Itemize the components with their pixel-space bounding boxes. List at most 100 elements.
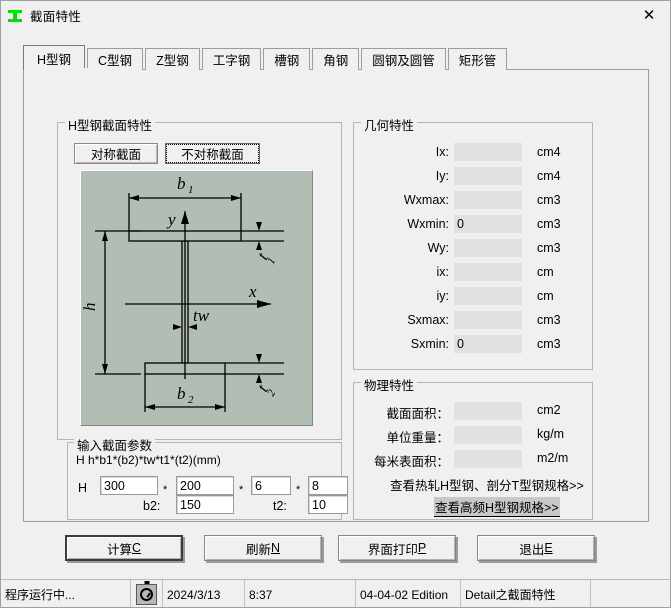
unit-iy-radius: cm [537,289,554,303]
label-area: 截面面积： [386,407,449,421]
label-iy: Iy: [435,169,449,183]
label-tw: tw [193,306,210,325]
label-ix-radius: ix: [436,265,450,279]
value-sxmin: 0 [454,335,522,353]
label-unit-weight: 单位重量： [386,431,449,445]
link-hot-rolled-h-t-specs[interactable]: 查看热轧H型钢、剖分T型钢规格>> [390,475,584,494]
label-iy-radius: iy: [436,289,450,303]
tab-h-steel[interactable]: H型钢 [23,45,86,70]
window-title: 截面特性 [30,10,82,24]
input-parameters-group: 输入截面参数 H h*b1*(b2)*tw*t1*(t2)(mm) H 300 … [67,435,348,520]
geometric-properties-group: 几何特性 Ix: cm4 Iy: cm4 Wxmax: cm3 Wxmin: 0… [353,115,593,370]
status-empty [591,580,670,607]
input-tw[interactable]: 6 [251,476,291,495]
value-wy [454,239,522,257]
input-b1[interactable]: 200 [176,476,234,495]
value-area [454,402,522,420]
label-b1: b [177,174,186,193]
label-ix: Ix: [435,145,449,159]
label-sxmax: Sxmax: [407,313,449,327]
symmetric-section-label: 对称截面 [90,148,141,162]
unit-sxmin: cm3 [537,337,561,351]
input-h[interactable]: 300 [100,476,158,495]
title-bar: 截面特性 ✕ [1,1,670,30]
value-unit-weight [454,426,522,444]
tab-i-beam[interactable]: 工字钢 [201,48,262,70]
value-iy-radius [454,287,522,305]
unit-unit-weight: kg/m [537,427,565,441]
unit-wxmax: cm3 [537,193,561,207]
label-t1-sub: 1 [265,256,278,267]
print-screen-button[interactable]: 界面打印 P [338,535,456,561]
symmetric-section-button[interactable]: 对称截面 [74,143,158,164]
tab-strip: H型钢 C型钢 Z型钢 工字钢 槽钢 角钢 圆钢及圆管 矩形管 [23,45,649,70]
value-iy [454,167,522,185]
unit-ix-radius: cm [537,265,554,279]
tab-z-steel[interactable]: Z型钢 [145,48,200,70]
label-b1-sub: 1 [188,184,194,196]
tab-round-pipe[interactable]: 圆钢及圆管 [361,48,446,70]
unit-wxmin: cm3 [537,217,561,231]
status-time: 8:37 [245,580,356,607]
label-wxmax: Wxmax: [403,193,449,207]
unit-ix: cm4 [537,145,561,159]
status-date: 2024/3/13 [163,580,245,607]
separator-3: * [296,484,301,496]
status-running: 程序运行中... [1,580,131,607]
i-beam-icon [7,8,23,24]
value-wxmax [454,191,522,209]
unit-wy: cm3 [537,241,561,255]
tab-rect-pipe[interactable]: 矩形管 [447,48,508,70]
label-b2: b2: [143,499,161,513]
physical-properties-legend: 物理特性 [361,375,418,394]
input-t1[interactable]: 8 [308,476,348,495]
print-accel: P [417,541,427,555]
calculate-label: 计算 [106,542,132,557]
tab-angle[interactable]: 角钢 [312,48,360,70]
input-t2[interactable]: 10 [308,495,348,514]
asymmetric-section-label: 不对称截面 [181,148,244,162]
clock-icon [131,580,163,607]
unit-area: cm2 [537,403,561,417]
label-y: y [166,210,176,229]
format-hint: H h*b1*(b2)*tw*t1*(t2)(mm) [76,453,221,467]
row-prefix-h: H [78,481,88,495]
unit-iy: cm4 [537,169,561,183]
refresh-label: 刷新 [245,542,271,557]
calculate-button[interactable]: 计算 C [65,535,183,561]
exit-accel: E [544,541,553,555]
geometric-properties-legend: 几何特性 [361,115,418,134]
status-detail: Detail之截面特性 [461,580,591,607]
label-sxmin: Sxmin: [410,337,449,351]
value-surface-area [454,450,522,468]
unit-sxmax: cm3 [537,313,561,327]
separator-1: * [163,484,168,496]
label-x: x [248,282,257,301]
label-b2-sub: 2 [188,394,194,406]
close-icon[interactable]: ✕ [626,1,670,30]
client-area: H型钢 C型钢 Z型钢 工字钢 槽钢 角钢 圆钢及圆管 矩形管 H型钢截面特性 … [1,30,670,579]
h-section-properties-group: H型钢截面特性 对称截面 不对称截面 b 1 b 2 h x y tw t 1 … [57,115,342,440]
label-wy: Wy: [427,241,449,255]
value-wxmin: 0 [454,215,522,233]
refresh-button[interactable]: 刷新 N [204,535,322,561]
asymmetric-h-section-diagram: b 1 b 2 h x y tw t 1 t 2 [80,170,313,426]
label-t2-sub: 2 [265,387,278,398]
exit-button[interactable]: 退出 E [477,535,595,561]
tab-c-steel[interactable]: C型钢 [87,48,144,70]
label-wxmin: Wxmin: [407,217,449,231]
label-surface-area: 每米表面积： [373,455,449,469]
value-ix-radius [454,263,522,281]
label-b2: b [177,384,186,403]
link-high-frequency-h-specs[interactable]: 查看高频H型钢规格>> [434,497,560,517]
status-bar: 程序运行中... 2024/3/13 8:37 04-04-02 Edition… [1,579,670,607]
input-b2[interactable]: 150 [176,495,234,514]
asymmetric-section-button[interactable]: 不对称截面 [165,143,260,164]
tab-channel[interactable]: 槽钢 [263,48,311,70]
tab-active-underlap [24,68,104,71]
status-edition: 04-04-02 Edition [356,580,461,607]
separator-2: * [239,484,244,496]
value-sxmax [454,311,522,329]
unit-surface-area: m2/m [537,451,569,465]
physical-properties-group: 物理特性 截面面积： cm2 单位重量： kg/m 每米表面积： m2/m 查看… [353,375,593,520]
